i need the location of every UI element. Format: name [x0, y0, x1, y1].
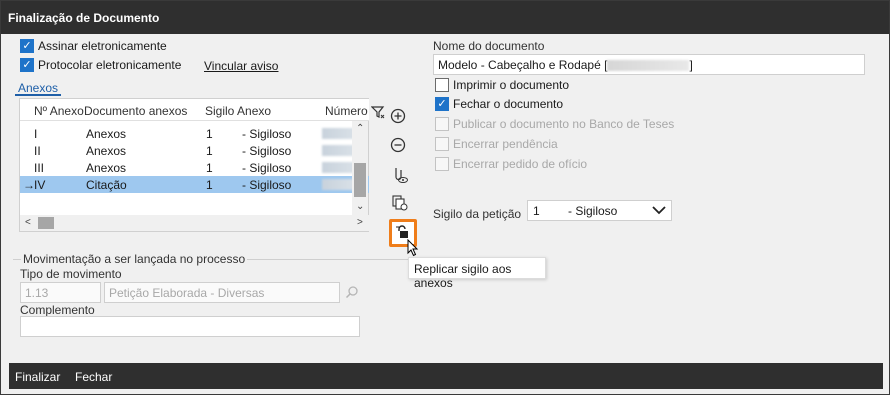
file-checkbox[interactable]: ✓ — [20, 58, 34, 72]
cell-sigilo-label: - Sigiloso — [242, 144, 292, 158]
redacted-name — [607, 60, 690, 72]
cell-doc: Anexos — [86, 127, 127, 141]
remove-icon[interactable] — [388, 135, 408, 155]
secrecy-label: Sigilo da petição — [433, 207, 522, 221]
filter-icon[interactable] — [368, 102, 388, 122]
type-code-field[interactable]: 1.13 — [20, 282, 101, 303]
vertical-scrollbar[interactable]: ⌃ ⌄ — [352, 121, 368, 215]
window-title: Finalização de Documento — [1, 1, 889, 34]
end-request-label: Encerrar pedido de ofício — [453, 157, 588, 171]
col-numero[interactable]: Número — [325, 104, 368, 118]
secrecy-select[interactable]: 1 - Sigiloso — [527, 200, 672, 221]
horizontal-scrollbar[interactable]: < > — [20, 215, 369, 231]
chevron-down-icon — [652, 204, 666, 219]
cell-sigilo-code: 1 — [206, 161, 213, 175]
grid-header: Nº Anexo Documento anexos Sigilo Anexo N… — [20, 99, 369, 121]
cell-num: I — [34, 127, 38, 141]
end-request-checkbox — [435, 157, 449, 171]
scroll-left-icon[interactable]: < — [25, 217, 31, 228]
cell-sigilo-label: - Sigiloso — [242, 161, 292, 175]
scroll-up-icon[interactable]: ⌃ — [356, 123, 364, 134]
cell-num: II — [34, 144, 41, 158]
close-document-checkbox[interactable]: ✓ — [435, 97, 449, 111]
file-label: Protocolar eletronicamente — [38, 58, 182, 72]
cell-sigilo-code: 1 — [206, 144, 213, 158]
type-desc-field[interactable]: Petição Elaborada - Diversas — [104, 282, 340, 303]
cell-num: III — [34, 161, 45, 175]
col-sigilo-anexo[interactable]: Sigilo Anexo — [205, 104, 271, 118]
scroll-right-icon[interactable]: > — [357, 217, 363, 228]
add-icon[interactable] — [388, 106, 408, 126]
file-electronically-option[interactable]: ✓ Protocolar eletronicamente — [20, 58, 181, 72]
cell-sigilo-label: - Sigiloso — [242, 178, 292, 192]
replicate-secrecy-tooltip: Replicar sigilo aos anexos — [408, 257, 546, 290]
finalizacao-window: Finalização de Documento ✓ Assinar eletr… — [0, 0, 890, 395]
view-attachment-icon[interactable] — [390, 165, 410, 185]
vscroll-thumb[interactable] — [354, 163, 366, 197]
table-row[interactable]: II Anexos 1 - Sigiloso — [20, 142, 369, 159]
finish-button[interactable]: Finalizar — [15, 370, 60, 384]
cell-doc: Anexos — [86, 161, 127, 175]
complement-field[interactable] — [20, 316, 360, 337]
anexos-grid: Nº Anexo Documento anexos Sigilo Anexo N… — [19, 98, 369, 232]
cell-sigilo-code: 1 — [206, 127, 213, 141]
print-checkbox[interactable] — [435, 78, 449, 92]
secrecy-value: - Sigiloso — [568, 204, 618, 218]
cell-sigilo-code: 1 — [206, 178, 213, 192]
vincular-aviso-link[interactable]: Vincular aviso — [204, 59, 278, 73]
hscroll-thumb[interactable] — [38, 217, 54, 229]
document-name-field[interactable]: Modelo - Cabeçalho e Rodapé [] — [433, 54, 865, 75]
table-row-selected[interactable]: → IV Citação 1 - Sigiloso — [20, 176, 369, 193]
publish-option: Publicar o documento no Banco de Teses — [435, 117, 674, 131]
sign-checkbox[interactable]: ✓ — [20, 39, 34, 53]
cell-sigilo-label: - Sigiloso — [242, 127, 292, 141]
close-document-label: Fechar o documento — [453, 97, 564, 111]
document-name-label: Nome do documento — [433, 39, 545, 53]
cell-doc: Citação — [86, 178, 127, 192]
close-button[interactable]: Fechar — [75, 370, 112, 384]
cell-doc: Anexos — [86, 144, 127, 158]
col-documento-anexos[interactable]: Documento anexos — [84, 104, 187, 118]
close-document-option[interactable]: ✓ Fechar o documento — [435, 97, 563, 111]
movement-group-title: Movimentação a ser lançada no processo — [21, 252, 248, 266]
print-label: Imprimir o documento — [453, 78, 570, 92]
end-pending-checkbox — [435, 137, 449, 151]
publish-label: Publicar o documento no Banco de Teses — [453, 117, 675, 131]
document-name-suffix: ] — [689, 58, 693, 72]
table-row[interactable]: I Anexos 1 - Sigiloso — [20, 125, 369, 142]
end-pending-option: Encerrar pendência — [435, 137, 558, 151]
scroll-down-icon[interactable]: ⌄ — [356, 201, 364, 212]
complement-label: Complemento — [20, 303, 95, 317]
publish-checkbox — [435, 117, 449, 131]
secrecy-code: 1 — [533, 204, 540, 218]
search-icon[interactable] — [345, 285, 359, 302]
sign-label: Assinar eletronicamente — [38, 39, 167, 53]
sign-electronically-option[interactable]: ✓ Assinar eletronicamente — [20, 39, 167, 53]
tab-anexos[interactable]: Anexos — [15, 81, 62, 96]
cell-num: IV — [34, 178, 46, 192]
document-name-text: Modelo - Cabeçalho e Rodapé [ — [438, 58, 608, 72]
end-pending-label: Encerrar pendência — [453, 137, 558, 151]
table-row[interactable]: III Anexos 1 - Sigiloso — [20, 159, 369, 176]
col-num-anexo[interactable]: Nº Anexo — [34, 104, 84, 118]
print-option[interactable]: Imprimir o documento — [435, 78, 569, 92]
footer-bar: Finalizar Fechar — [9, 363, 883, 389]
copy-attachments-icon[interactable] — [390, 193, 410, 213]
type-label: Tipo de movimento — [20, 267, 122, 281]
end-request-option: Encerrar pedido de ofício — [435, 157, 587, 171]
